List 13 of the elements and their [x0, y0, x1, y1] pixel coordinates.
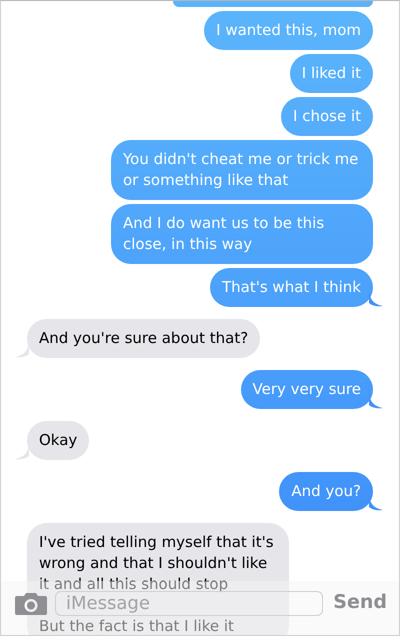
message-bubble: I liked it — [290, 54, 373, 93]
message-bubble: You didn't cheat me or trick me or something like that — [111, 140, 373, 200]
message-bubble: Okay — [27, 421, 90, 460]
send-button[interactable]: Send — [331, 591, 389, 613]
message-bubble: I chose it — [281, 97, 373, 136]
message-bubble: And you're sure about that? — [27, 319, 260, 358]
camera-icon[interactable] — [15, 591, 47, 615]
message-bubble: And I do want us to be this close, in this way — [111, 204, 373, 264]
message-bubble: That's what I think — [210, 268, 373, 307]
message-field[interactable]: iMessage — [55, 591, 324, 616]
message-bubble: Very very sure — [240, 370, 373, 409]
message-bubble: I wanted this, mom — [204, 11, 373, 50]
message-bubble: And you? — [279, 472, 373, 511]
